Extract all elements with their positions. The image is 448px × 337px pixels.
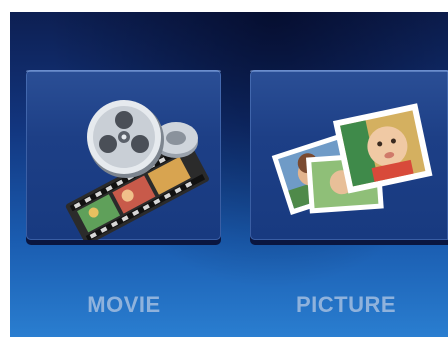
movie-label[interactable]: MOVIE	[24, 292, 224, 318]
photos-icon	[271, 103, 433, 215]
movie-tile[interactable]	[26, 70, 221, 240]
media-menu-screen: MOVIE PICTURE	[10, 12, 448, 337]
picture-tile[interactable]	[250, 70, 448, 240]
picture-label[interactable]: PICTURE	[246, 292, 446, 318]
film-reel-icon	[65, 100, 209, 240]
